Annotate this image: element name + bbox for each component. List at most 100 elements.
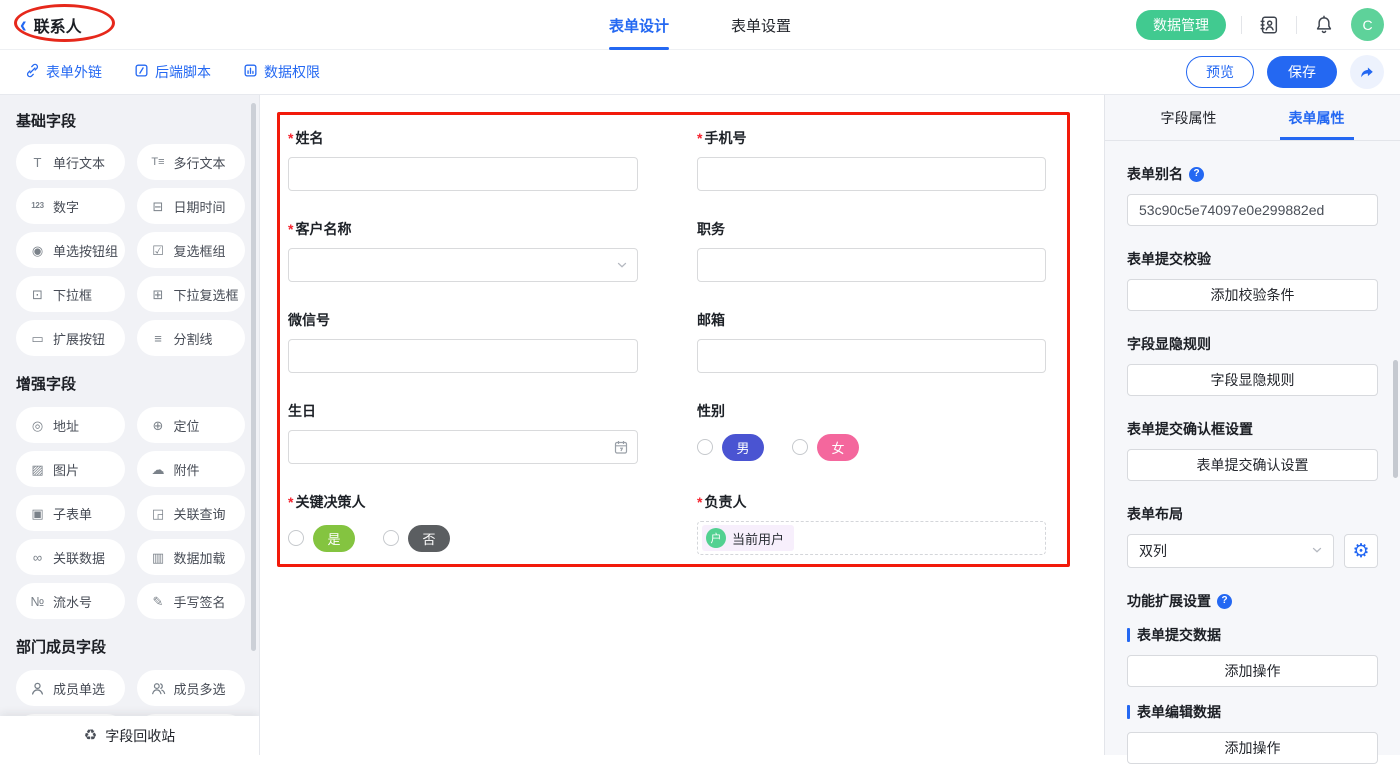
- form-field[interactable]: *客户名称: [288, 219, 638, 282]
- field-item[interactable]: 成员单选: [16, 670, 125, 706]
- field-item[interactable]: ◲关联查询: [137, 495, 246, 531]
- user-avatar[interactable]: C: [1351, 8, 1384, 41]
- radio-option[interactable]: 男: [697, 434, 764, 461]
- panel-tab[interactable]: 表单属性: [1289, 95, 1345, 140]
- share-button[interactable]: [1350, 55, 1384, 89]
- field-item[interactable]: 123数字: [16, 188, 125, 224]
- form-field-label-text: 客户名称: [295, 219, 351, 239]
- panel-button[interactable]: 字段显隐规则: [1127, 364, 1378, 396]
- field-date-input[interactable]: [288, 430, 638, 464]
- field-item[interactable]: ◎地址: [16, 407, 125, 443]
- panel-button[interactable]: 添加操作: [1127, 655, 1378, 687]
- member-single-icon: [29, 681, 46, 696]
- serial-number-icon: №: [29, 595, 46, 608]
- field-select[interactable]: [288, 248, 638, 282]
- layout-select[interactable]: 双列: [1127, 534, 1334, 568]
- toolbar-link[interactable]: 后端脚本: [134, 62, 211, 82]
- help-icon[interactable]: ?: [1217, 594, 1232, 609]
- radio-option[interactable]: 女: [792, 434, 859, 461]
- bell-icon[interactable]: [1312, 13, 1336, 37]
- field-item[interactable]: ≡分割线: [137, 320, 246, 356]
- radio-group-icon: ◉: [29, 244, 46, 257]
- field-item[interactable]: T单行文本: [16, 144, 125, 180]
- field-item-label: 分割线: [174, 329, 213, 348]
- panel-section-label-text: 功能扩展设置: [1127, 592, 1211, 610]
- field-item[interactable]: ☁附件: [137, 451, 246, 487]
- field-item[interactable]: №流水号: [16, 583, 125, 619]
- field-item[interactable]: T≡多行文本: [137, 144, 246, 180]
- field-item[interactable]: ▨图片: [16, 451, 125, 487]
- dropdown-icon: ⊡: [29, 288, 46, 301]
- field-item[interactable]: ☑复选框组: [137, 232, 246, 268]
- save-button[interactable]: 保存: [1267, 56, 1337, 88]
- field-item-label: 成员单选: [53, 679, 105, 698]
- radio-option[interactable]: 是: [288, 525, 355, 552]
- form-field[interactable]: 生日: [288, 401, 638, 464]
- field-item[interactable]: ⊕定位: [137, 407, 246, 443]
- backend-script-icon: [134, 63, 149, 81]
- properties-panel: 字段属性表单属性 表单别名?53c90c5e74097e0e299882ed表单…: [1104, 95, 1400, 755]
- panel-tab[interactable]: 字段属性: [1161, 95, 1217, 140]
- field-input[interactable]: [697, 157, 1046, 191]
- toolbar-link[interactable]: 数据权限: [243, 62, 320, 82]
- sidebar-section-grid: T单行文本 T≡多行文本 123数字 ⊟日期时间 ◉单选按钮组 ☑复选框组 ⊡下拉框 ⊞下拉复…: [16, 144, 245, 356]
- form-field[interactable]: *手机号: [697, 128, 1046, 191]
- panel-button[interactable]: 添加操作: [1127, 732, 1378, 764]
- field-item[interactable]: ◉单选按钮组: [16, 232, 125, 268]
- panel-button[interactable]: 添加校验条件: [1127, 279, 1378, 311]
- multi-line-text-icon: T≡: [150, 157, 167, 168]
- field-item[interactable]: ⊟日期时间: [137, 188, 246, 224]
- panel-section-label: 字段显隐规则: [1127, 335, 1378, 353]
- window-scrollbar[interactable]: [1393, 360, 1398, 478]
- form-field-label-text: 职务: [697, 219, 725, 239]
- checkbox-group-icon: ☑: [150, 244, 167, 257]
- field-input[interactable]: [697, 248, 1046, 282]
- panel-input[interactable]: 53c90c5e74097e0e299882ed: [1127, 194, 1378, 226]
- field-recycle-bin[interactable]: ♻ 字段回收站: [0, 716, 259, 755]
- field-item[interactable]: ⊡下拉框: [16, 276, 125, 312]
- header-tab[interactable]: 表单设置: [731, 0, 791, 50]
- member-picker[interactable]: 户当前用户: [697, 521, 1046, 555]
- back-button[interactable]: ‹ 联系人: [20, 13, 82, 37]
- group-accent-bar: [1127, 705, 1130, 719]
- dropdown-multi-icon: ⊞: [150, 288, 167, 301]
- form-field[interactable]: 职务: [697, 219, 1046, 282]
- divider: [1241, 16, 1242, 34]
- form-field[interactable]: 性别男女: [697, 401, 1046, 464]
- single-line-text-icon: T: [29, 156, 46, 169]
- form-field[interactable]: *负责人户当前用户: [697, 492, 1046, 555]
- field-item[interactable]: ⊞下拉复选框: [137, 276, 246, 312]
- field-item[interactable]: ▣子表单: [16, 495, 125, 531]
- panel-section-label-text: 表单提交校验: [1127, 250, 1211, 268]
- address-icon: ◎: [29, 419, 46, 432]
- data-manage-button[interactable]: 数据管理: [1136, 10, 1226, 40]
- form-field[interactable]: *关键决策人是否: [288, 492, 638, 555]
- panel-section: 表单布局双列⚙: [1127, 505, 1378, 568]
- form-field-label-text: 邮箱: [697, 310, 725, 330]
- form-field[interactable]: 邮箱: [697, 310, 1046, 373]
- help-icon[interactable]: ?: [1189, 167, 1204, 182]
- panel-section-label: 表单提交确认框设置: [1127, 420, 1378, 438]
- form-field-label-text: 手机号: [704, 128, 746, 148]
- panel-section: 表单提交确认框设置表单提交确认设置: [1127, 420, 1378, 481]
- form-field[interactable]: *姓名: [288, 128, 638, 191]
- field-item[interactable]: ▭扩展按钮: [16, 320, 125, 356]
- field-input[interactable]: [288, 339, 638, 373]
- layout-gear-button[interactable]: ⚙: [1344, 534, 1378, 568]
- preview-button[interactable]: 预览: [1186, 56, 1254, 88]
- field-item[interactable]: ✎手写签名: [137, 583, 246, 619]
- sidebar-section-title: 基础字段: [16, 113, 245, 131]
- field-item[interactable]: ▥数据加载: [137, 539, 246, 575]
- form-field[interactable]: 微信号: [288, 310, 638, 373]
- toolbar-link[interactable]: 表单外链: [25, 62, 102, 82]
- field-item[interactable]: 成员多选: [137, 670, 246, 706]
- field-item[interactable]: ∞关联数据: [16, 539, 125, 575]
- header-tab[interactable]: 表单设计: [609, 0, 669, 50]
- field-input[interactable]: [288, 157, 638, 191]
- radio-option[interactable]: 否: [383, 525, 450, 552]
- field-input[interactable]: [697, 339, 1046, 373]
- form-design-canvas[interactable]: *姓名*手机号*客户名称职务微信号邮箱生日性别男女*关键决策人是否*负责人户当前…: [260, 95, 1104, 755]
- sidebar-scrollbar[interactable]: [251, 103, 256, 651]
- panel-button[interactable]: 表单提交确认设置: [1127, 449, 1378, 481]
- contact-book-icon[interactable]: [1257, 13, 1281, 37]
